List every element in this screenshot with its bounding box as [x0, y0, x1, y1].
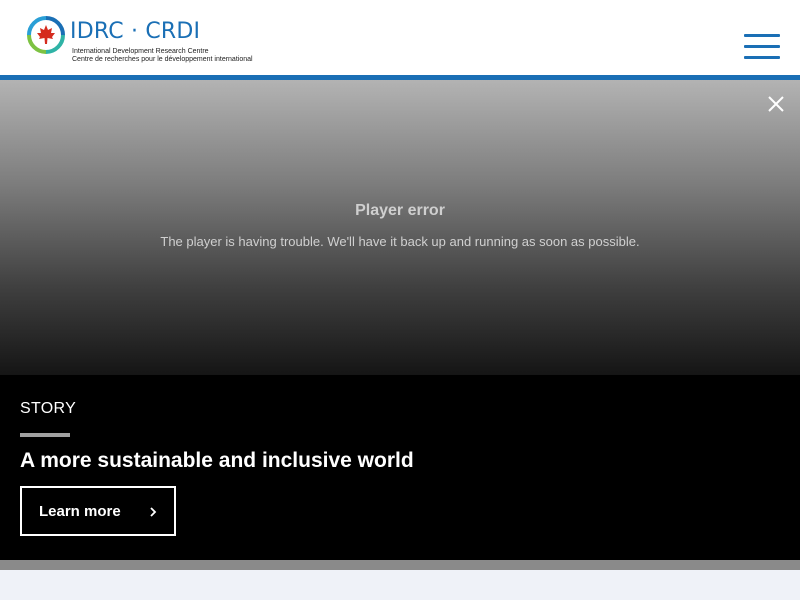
story-banner: STORY A more sustainable and inclusive w… — [0, 375, 800, 560]
maple-leaf-logo-icon — [27, 16, 65, 54]
close-icon[interactable] — [766, 94, 786, 114]
idrc-logo[interactable]: IDRC · CRDI International Development Re… — [26, 15, 253, 67]
logo-subtitle-french: Centre de recherches pour le développeme… — [72, 56, 253, 63]
video-player[interactable] — [0, 80, 800, 375]
story-kicker: STORY — [20, 400, 77, 417]
section-divider — [0, 560, 800, 570]
chevron-right-icon — [150, 507, 157, 517]
logo-title: IDRC · CRDI — [70, 19, 201, 44]
site-header: IDRC · CRDI International Development Re… — [0, 0, 800, 75]
hamburger-menu-icon[interactable] — [744, 34, 780, 60]
learn-more-button[interactable]: Learn more — [20, 486, 176, 536]
story-headline: A more sustainable and inclusive world — [20, 449, 414, 472]
player-error-title: Player error — [355, 202, 445, 219]
learn-more-label: Learn more — [39, 503, 121, 520]
story-accent-bar — [20, 433, 70, 437]
player-error-message: The player is having trouble. We'll have… — [160, 234, 640, 249]
next-section — [0, 570, 800, 600]
logo-subtitle-english: International Development Research Centr… — [72, 48, 209, 55]
